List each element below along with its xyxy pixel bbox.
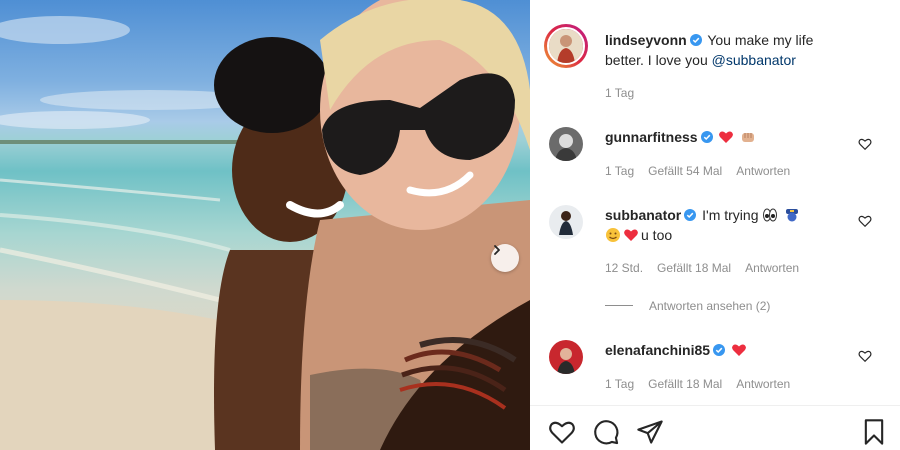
commenter-avatar-image bbox=[549, 340, 583, 374]
comment-icon[interactable] bbox=[592, 418, 620, 446]
author-avatar[interactable] bbox=[544, 24, 588, 68]
author-username[interactable]: lindseyvonn bbox=[605, 32, 687, 48]
caption-text-line1: You make my life bbox=[707, 32, 814, 48]
red-heart-icon bbox=[719, 131, 734, 143]
caption-mention-link[interactable]: @subbanator bbox=[712, 52, 796, 68]
verified-badge-icon bbox=[689, 34, 702, 46]
red-heart-icon bbox=[732, 344, 746, 356]
comment-username[interactable]: subbanator bbox=[605, 207, 681, 223]
chevron-right-icon bbox=[494, 245, 500, 255]
comment-likes[interactable]: Gefällt 54 Mal bbox=[648, 164, 722, 178]
comment-body: I'm trying bbox=[702, 207, 759, 223]
author-avatar-image bbox=[549, 29, 583, 63]
police-officer-icon bbox=[786, 209, 799, 222]
commenter-avatar-image bbox=[549, 205, 583, 239]
caption-time[interactable]: 1 Tag bbox=[605, 86, 634, 100]
comment-meta: 1 Tag Gefällt 54 Mal Antworten bbox=[605, 163, 804, 179]
comment-avatar[interactable] bbox=[549, 127, 583, 161]
view-replies-label[interactable]: Antworten ansehen (2) bbox=[649, 299, 770, 313]
like-comment-icon[interactable] bbox=[858, 137, 872, 151]
verified-badge-icon bbox=[700, 131, 713, 143]
comment-body-line2: u too bbox=[641, 227, 673, 243]
eyes-icon bbox=[763, 208, 778, 222]
comment-time[interactable]: 12 Std. bbox=[605, 261, 643, 275]
like-icon[interactable] bbox=[548, 418, 576, 446]
smiling-face-with-hearts-icon bbox=[606, 228, 620, 242]
comment-avatar[interactable] bbox=[549, 205, 583, 239]
comment-avatar[interactable] bbox=[549, 340, 583, 374]
comment-meta: 12 Std. Gefällt 18 Mal Antworten bbox=[605, 260, 813, 276]
comments-panel: lindseyvonn You make my life better. I l… bbox=[530, 0, 900, 450]
post-action-bar bbox=[530, 405, 900, 450]
like-comment-icon[interactable] bbox=[858, 349, 872, 363]
fist-bump-icon bbox=[742, 133, 755, 142]
view-replies-button[interactable]: Antworten ansehen (2) bbox=[649, 298, 784, 314]
reply-button[interactable]: Antworten bbox=[745, 261, 799, 275]
reply-button[interactable]: Antworten bbox=[736, 164, 790, 178]
verified-badge-icon bbox=[684, 209, 697, 221]
share-icon[interactable] bbox=[636, 418, 664, 446]
comment-username[interactable]: elenafanchini85 bbox=[605, 342, 710, 358]
comment-username[interactable]: gunnarfitness bbox=[605, 129, 698, 145]
comment-likes[interactable]: Gefällt 18 Mal bbox=[657, 261, 731, 275]
caption-text-line2: better. I love you bbox=[605, 52, 708, 68]
post-photo bbox=[0, 0, 530, 450]
comment-likes[interactable]: Gefällt 18 Mal bbox=[648, 377, 722, 391]
reply-button[interactable]: Antworten bbox=[736, 377, 790, 391]
verified-badge-icon bbox=[713, 344, 726, 356]
commenter-avatar-image bbox=[549, 127, 583, 161]
comment-meta: 1 Tag Gefällt 18 Mal Antworten bbox=[605, 376, 804, 392]
comment-text: subbanator I'm trying u too bbox=[605, 205, 865, 245]
comment-time[interactable]: 1 Tag bbox=[605, 164, 634, 178]
next-photo-button[interactable] bbox=[491, 244, 519, 272]
comment-text: gunnarfitness bbox=[605, 127, 758, 147]
red-heart-icon bbox=[624, 229, 638, 241]
save-icon[interactable] bbox=[860, 418, 888, 446]
post-caption: lindseyvonn You make my life better. I l… bbox=[605, 30, 875, 70]
replies-divider bbox=[605, 305, 633, 306]
beach-selfie-image bbox=[0, 0, 530, 450]
comment-time[interactable]: 1 Tag bbox=[605, 377, 634, 391]
caption-meta: 1 Tag bbox=[605, 85, 648, 101]
like-comment-icon[interactable] bbox=[858, 214, 872, 228]
comment-text: elenafanchini85 bbox=[605, 340, 749, 360]
